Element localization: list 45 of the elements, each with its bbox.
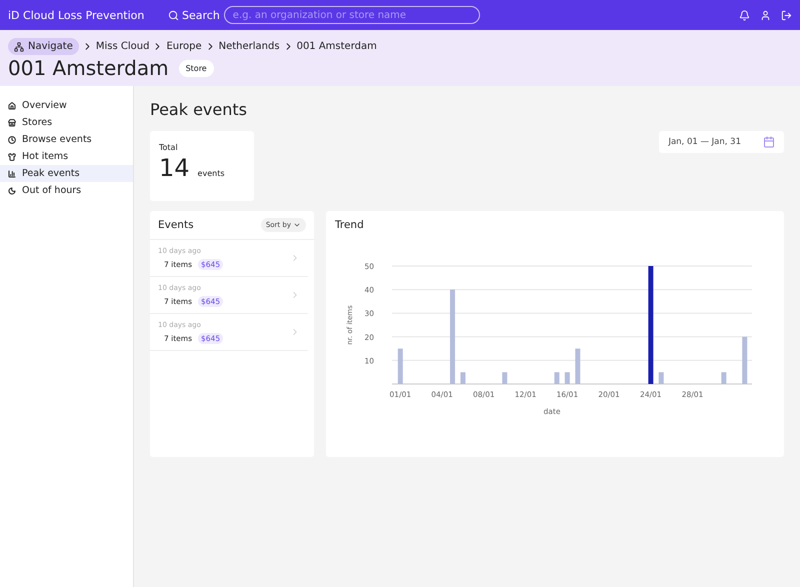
moon-icon <box>8 186 16 194</box>
total-label: Total <box>159 143 179 152</box>
bar <box>554 372 560 384</box>
bar <box>502 372 508 384</box>
date-range-picker[interactable]: Jan, 01 — Jan, 31 <box>659 131 784 153</box>
card-title: Events <box>158 219 194 231</box>
user-icon[interactable] <box>760 10 771 20</box>
bar <box>721 372 726 384</box>
sidebar-item[interactable]: Stores <box>0 114 133 131</box>
clock-icon <box>8 136 16 144</box>
logout-icon[interactable] <box>781 10 792 20</box>
store-tag: Store <box>178 60 214 76</box>
total-value: 14 <box>159 154 190 182</box>
sidebar-item[interactable]: Out of hours <box>0 182 133 199</box>
hierarchy-icon <box>14 42 24 52</box>
store-icon <box>8 118 16 126</box>
breadcrumb-link[interactable]: 001 Amsterdam <box>296 41 377 52</box>
bar <box>575 348 580 384</box>
home-icon <box>8 102 16 110</box>
calendar-icon <box>763 136 775 148</box>
search-icon <box>168 10 179 20</box>
bar <box>460 372 466 384</box>
bar-chart-icon <box>8 170 16 178</box>
sidebar-item[interactable]: Overview <box>0 97 133 114</box>
bell-icon[interactable] <box>739 10 750 20</box>
bar <box>564 372 570 384</box>
bar <box>742 336 748 384</box>
breadcrumb-link[interactable]: Miss Cloud <box>96 41 150 52</box>
card-title: Trend <box>335 219 365 231</box>
sidebar-item[interactable]: Peak events <box>0 165 133 182</box>
chevron-down-icon <box>293 221 301 229</box>
breadcrumb-link[interactable]: Europe <box>166 41 202 52</box>
sidebar-item[interactable]: Hot items <box>0 148 133 165</box>
app-title: iD Cloud Loss Prevention <box>8 8 146 22</box>
total-unit: events <box>198 169 224 178</box>
navigate-button[interactable]: Navigate <box>8 38 79 55</box>
page-title: 001 Amsterdam <box>8 56 169 80</box>
sidebar-item[interactable]: Browse events <box>0 131 133 148</box>
bar <box>398 348 403 384</box>
bar <box>658 372 664 384</box>
search-label: Search <box>182 8 220 22</box>
section-title: Peak events <box>150 100 248 119</box>
breadcrumb-link[interactable]: Netherlands <box>218 41 280 52</box>
shirt-icon <box>8 152 16 160</box>
search-field[interactable]: e.g. an organization or store name <box>224 6 480 24</box>
